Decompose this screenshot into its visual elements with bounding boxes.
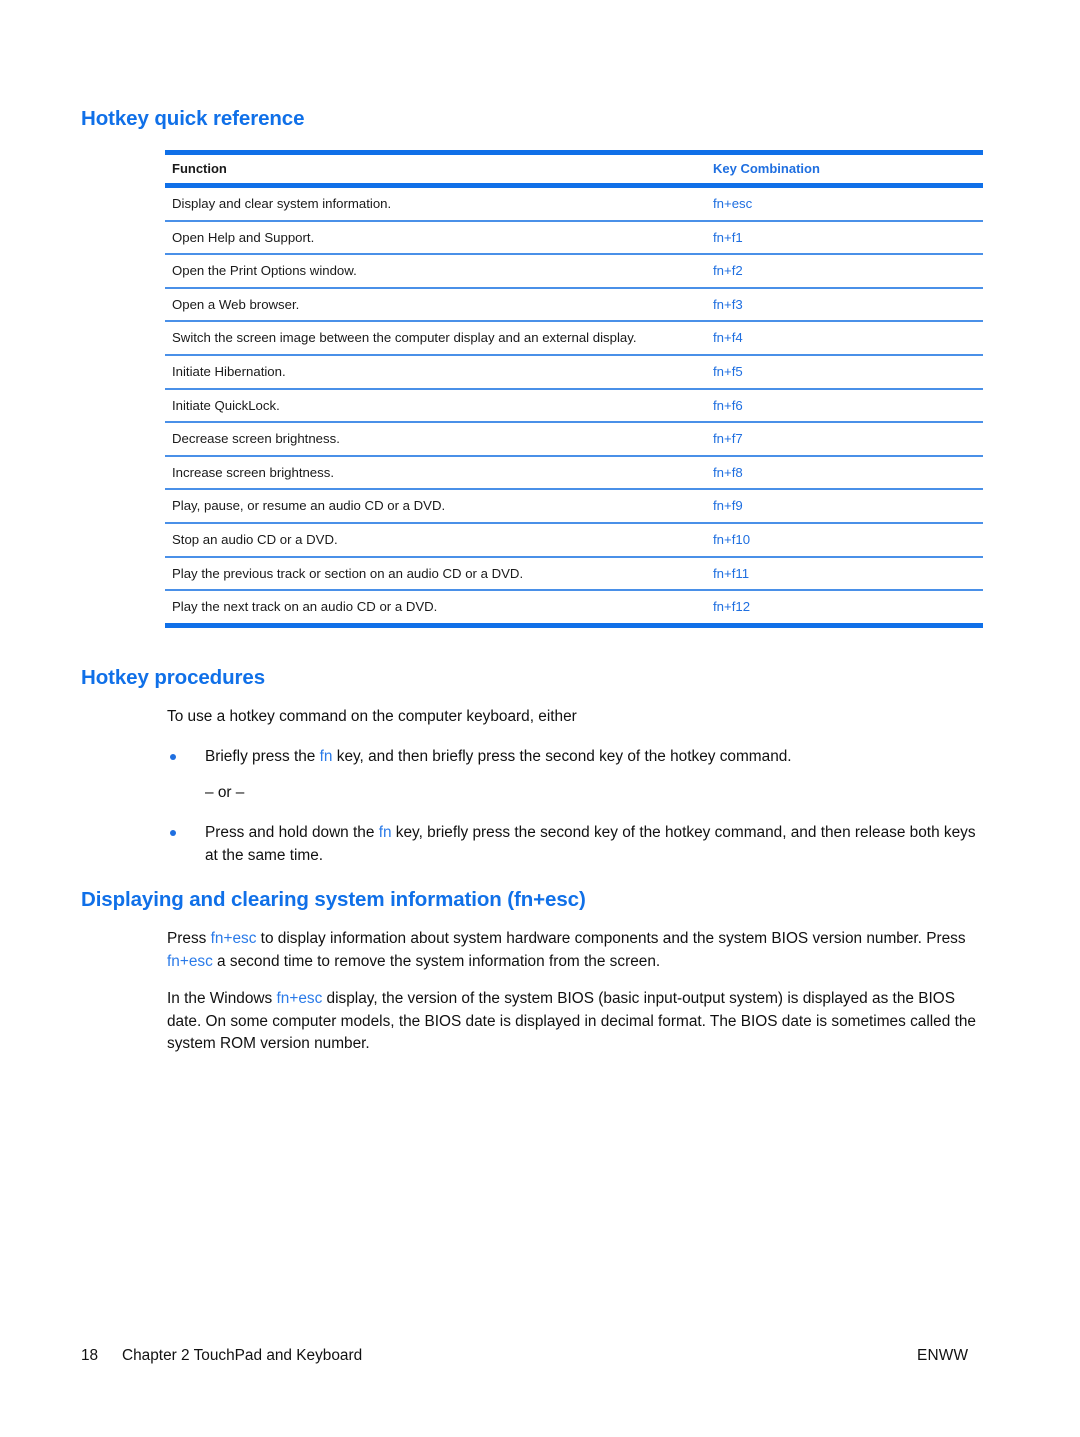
cell-function: Initiate Hibernation. (172, 363, 286, 379)
table-bottom-rule (165, 622, 983, 628)
display-clear-paragraph-2: In the Windows fn+esc display, the versi… (167, 988, 985, 1056)
cell-function: Increase screen brightness. (172, 464, 334, 480)
cell-function: Switch the screen image between the comp… (172, 330, 637, 346)
table-row: Increase screen brightness. fn+f8 (165, 457, 983, 489)
document-page: Hotkey quick reference Function Key Comb… (0, 0, 1080, 1437)
procedures-bullet-2: Press and hold down the fn key, briefly … (167, 822, 985, 867)
cell-key-combination: fn+f11 (713, 565, 750, 581)
column-header-key-combination: Key Combination (713, 161, 820, 176)
cell-key-combination: fn+f8 (713, 464, 743, 480)
procedures-bullet-1-text: Briefly press the fn key, and then brief… (205, 746, 985, 769)
page-footer: 18 Chapter 2 TouchPad and Keyboard ENWW (0, 1347, 1080, 1371)
cell-function: Open Help and Support. (172, 229, 315, 245)
p1-key-fn-esc-2: fn+esc (167, 952, 213, 970)
bullet-dot-icon (170, 754, 176, 760)
procedures-intro-paragraph: To use a hotkey command on the computer … (167, 708, 577, 725)
section-title-hotkey-procedures: Hotkey procedures (81, 666, 266, 689)
cell-key-combination: fn+f10 (713, 531, 751, 547)
table-row: Open Help and Support. fn+f1 (165, 222, 983, 254)
p2-key-fn-esc: fn+esc (276, 990, 323, 1007)
table-row: Switch the screen image between the comp… (165, 322, 983, 354)
cell-key-combination: fn+f5 (713, 363, 743, 379)
table-row: Play the next track on an audio CD or a … (165, 591, 983, 623)
bullet-2-text-before: Press and hold down the (205, 824, 379, 841)
table-row: Open a Web browser. fn+f3 (165, 289, 983, 321)
table-header-row: Function Key Combination (165, 155, 983, 183)
footer-chapter-label: Chapter 2 TouchPad and Keyboard (122, 1347, 363, 1364)
table-row: Decrease screen brightness. fn+f7 (165, 423, 983, 455)
bullet-2-key-fn: fn (378, 824, 392, 841)
p1-text-c: a second time to remove the system infor… (212, 952, 661, 970)
display-clear-paragraph-1: Press fn+esc to display information abou… (167, 928, 985, 973)
cell-function: Display and clear system information. (172, 196, 392, 211)
cell-function: Stop an audio CD or a DVD. (172, 531, 338, 547)
bullet-1-text-before: Briefly press the (205, 748, 320, 765)
footer-page-number: 18 (81, 1347, 99, 1364)
cell-key-combination: fn+f3 (713, 296, 743, 312)
cell-function: Play, pause, or resume an audio CD or a … (172, 498, 446, 514)
section-title-displaying-clearing-system-information: Displaying and clearing system informati… (81, 888, 586, 911)
cell-function: Open the Print Options window. (172, 263, 357, 279)
footer-locale-code: ENWW (917, 1347, 969, 1364)
table-row: Open the Print Options window. fn+f2 (165, 255, 983, 287)
p1-key-fn-esc-1: fn+esc (210, 930, 257, 947)
table-row: Play, pause, or resume an audio CD or a … (165, 490, 983, 522)
p1-text-a: Press (167, 930, 211, 947)
procedures-or-separator: – or – (205, 784, 245, 801)
table-row: Stop an audio CD or a DVD. fn+f10 (165, 524, 983, 556)
cell-key-combination: fn+f7 (713, 431, 743, 447)
table-body: Display and clear system information. fn+… (165, 188, 983, 623)
cell-function: Initiate QuickLock. (172, 397, 280, 413)
cell-function: Open a Web browser. (172, 296, 300, 312)
page-title-hotkey-quick-reference: Hotkey quick reference (81, 107, 305, 130)
cell-function: Play the previous track or section on an… (172, 565, 524, 581)
cell-function: Play the next track on an audio CD or a … (172, 599, 438, 615)
column-header-function: Function (172, 161, 227, 176)
table-row: Play the previous track or section on an… (165, 558, 983, 590)
table-row: Initiate Hibernation. fn+f5 (165, 356, 983, 388)
cell-key-combination: fn+f1 (713, 229, 743, 245)
p1-text-b: to display information about system hard… (256, 930, 966, 947)
cell-key-combination: fn+f4 (713, 330, 743, 346)
cell-key-combination: fn+esc (713, 196, 753, 211)
cell-function: Decrease screen brightness. (172, 431, 340, 447)
table-row: Display and clear system information. fn+… (165, 188, 983, 220)
bullet-dot-icon (170, 830, 176, 836)
cell-key-combination: fn+f6 (713, 397, 743, 413)
cell-key-combination: fn+f12 (713, 599, 751, 615)
p2-text-a: In the Windows (167, 990, 277, 1007)
table-row: Initiate QuickLock. fn+f6 (165, 390, 983, 422)
cell-key-combination: fn+f2 (713, 263, 743, 279)
cell-key-combination: fn+f9 (713, 498, 743, 514)
bullet-1-key-fn: fn (319, 748, 333, 765)
procedures-bullet-2-text: Press and hold down the fn key, briefly … (205, 822, 985, 867)
procedures-bullet-1: Briefly press the fn key, and then brief… (167, 746, 985, 769)
bullet-1-text-after: key, and then briefly press the second k… (332, 748, 792, 765)
hotkey-reference-table: Function Key Combination Display and cle… (165, 150, 983, 628)
